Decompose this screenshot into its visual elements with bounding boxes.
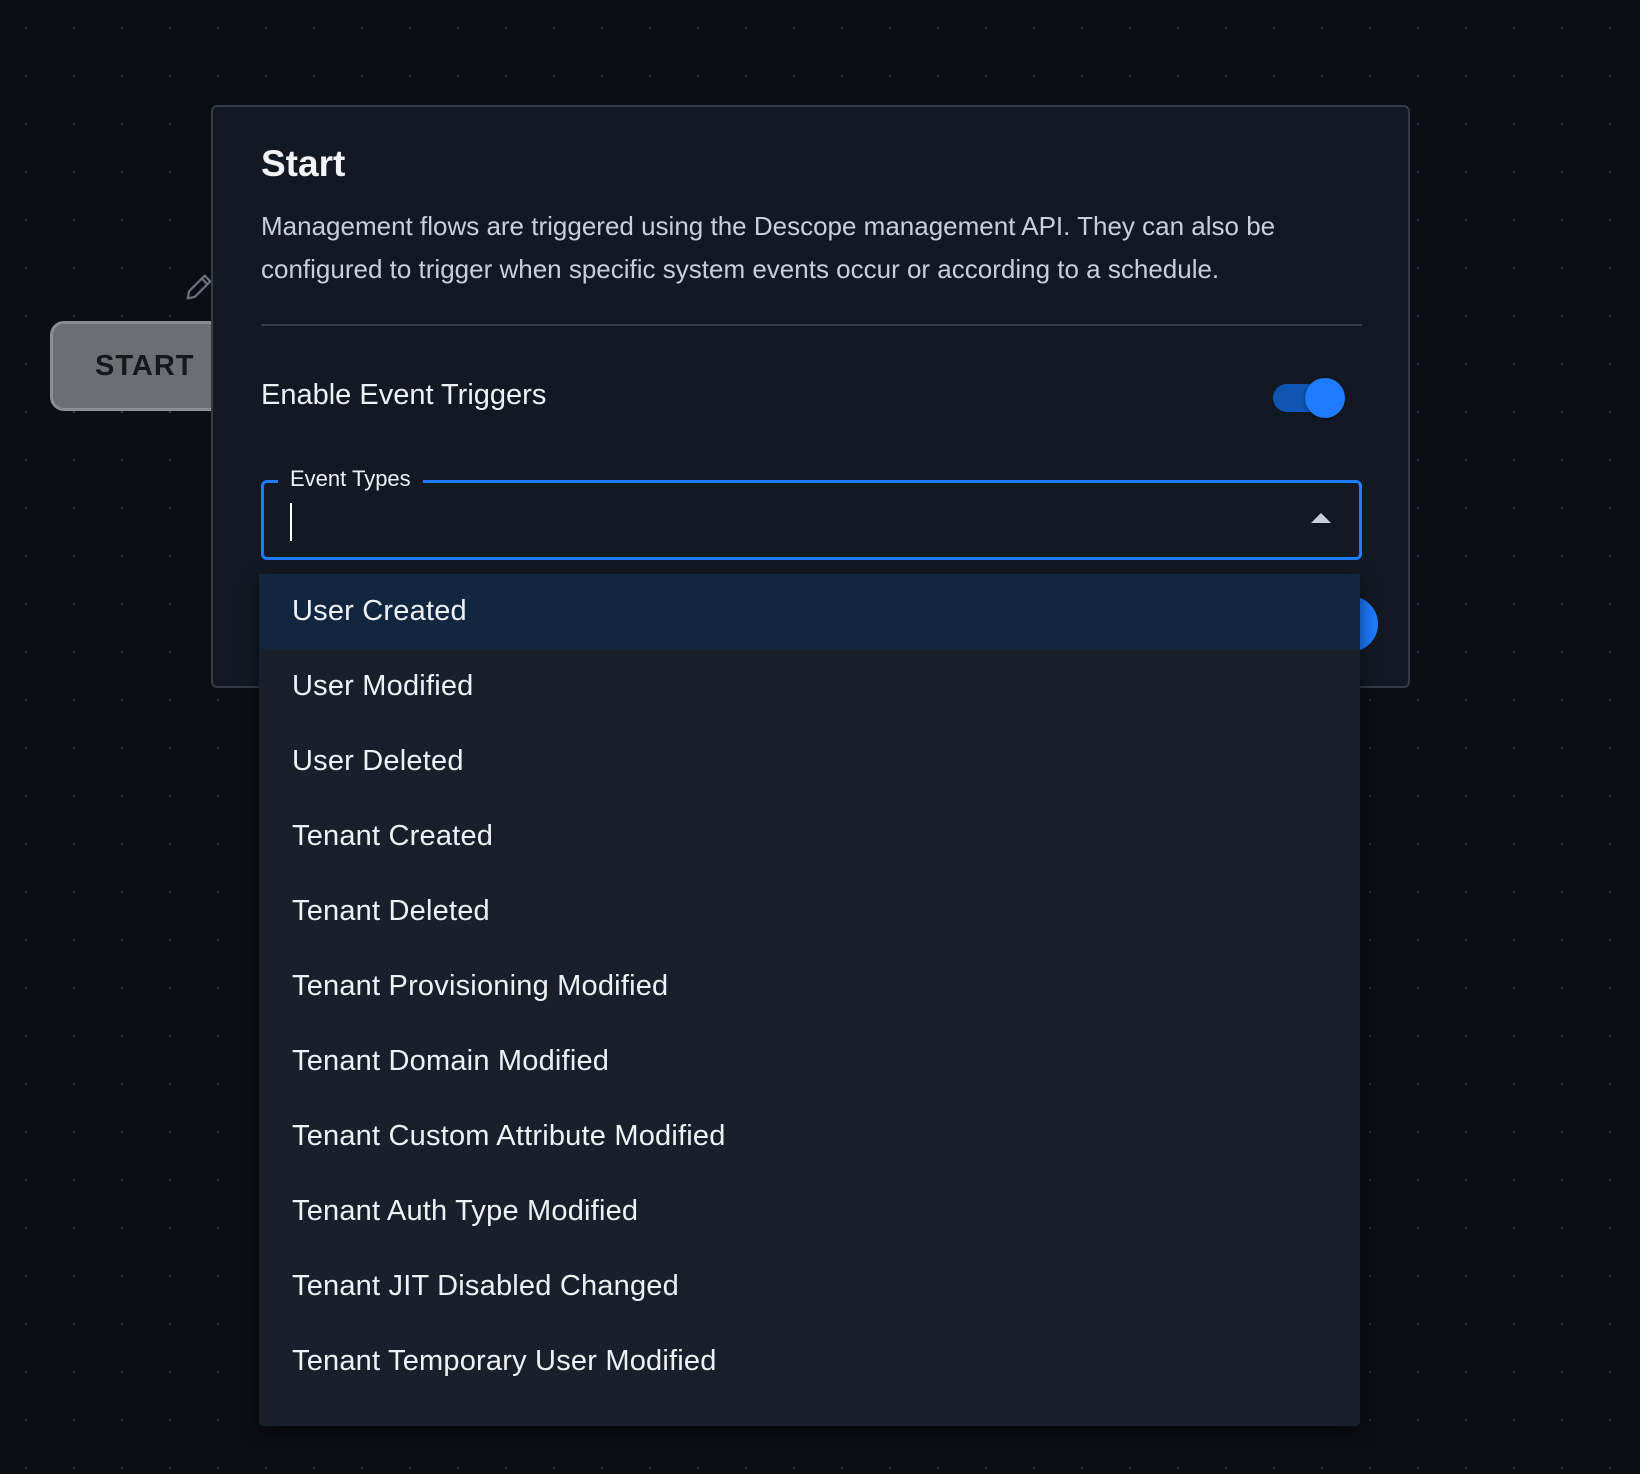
event-triggers-toggle[interactable] bbox=[1269, 376, 1345, 420]
text-cursor bbox=[290, 503, 292, 541]
event-types-input[interactable] bbox=[288, 501, 1268, 541]
option-user-created[interactable]: User Created bbox=[259, 574, 1360, 649]
panel-title: Start bbox=[261, 143, 346, 184]
event-types-label: Event Types bbox=[278, 464, 423, 494]
option-user-deleted[interactable]: User Deleted bbox=[259, 724, 1360, 799]
option-tenant-temporary-user-modified[interactable]: Tenant Temporary User Modified bbox=[259, 1324, 1360, 1399]
option-tenant-custom-attribute-modified[interactable]: Tenant Custom Attribute Modified bbox=[259, 1099, 1360, 1174]
event-triggers-label: Enable Event Triggers bbox=[261, 379, 547, 411]
option-user-modified[interactable]: User Modified bbox=[259, 649, 1360, 724]
option-tenant-provisioning-modified[interactable]: Tenant Provisioning Modified bbox=[259, 949, 1360, 1024]
divider bbox=[261, 324, 1362, 326]
event-types-field[interactable]: Event Types bbox=[261, 464, 1362, 560]
option-tenant-deleted[interactable]: Tenant Deleted bbox=[259, 874, 1360, 949]
event-types-dropdown: User Created User Modified User Deleted … bbox=[259, 574, 1360, 1426]
option-tenant-domain-modified[interactable]: Tenant Domain Modified bbox=[259, 1024, 1360, 1099]
option-tenant-created[interactable]: Tenant Created bbox=[259, 799, 1360, 874]
option-tenant-jit-disabled-changed[interactable]: Tenant JIT Disabled Changed bbox=[259, 1249, 1360, 1324]
option-tenant-auth-type-modified[interactable]: Tenant Auth Type Modified bbox=[259, 1174, 1360, 1249]
toggle-thumb bbox=[1305, 378, 1345, 418]
panel-description: Management flows are triggered using the… bbox=[261, 211, 1276, 284]
start-node-label: START bbox=[95, 349, 195, 382]
arrow-up-icon[interactable] bbox=[1311, 513, 1331, 523]
